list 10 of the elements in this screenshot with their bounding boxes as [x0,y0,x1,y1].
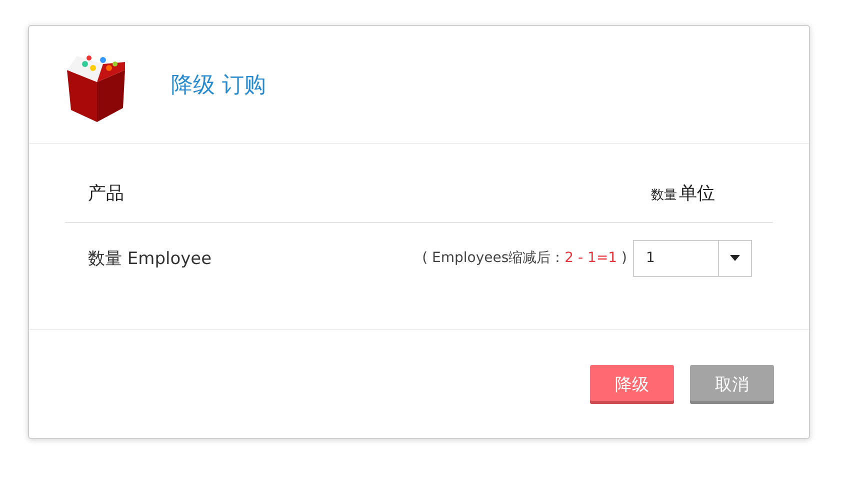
downgrade-button[interactable]: 降级 [590,365,674,404]
cancel-button[interactable]: 取消 [690,365,774,404]
reduction-note: ( Employees缩减后：2 - 1=1 ) [422,249,627,267]
dialog-title: 降级 订购 [171,72,266,100]
caret-icon [730,255,740,261]
column-header: 产品 [88,182,124,205]
column-header: 单位 [679,182,715,205]
product-name: 数量 Employee [88,248,212,270]
column-header-prefix: 数量 [651,187,677,204]
quantity-select[interactable]: 1 [633,240,752,276]
